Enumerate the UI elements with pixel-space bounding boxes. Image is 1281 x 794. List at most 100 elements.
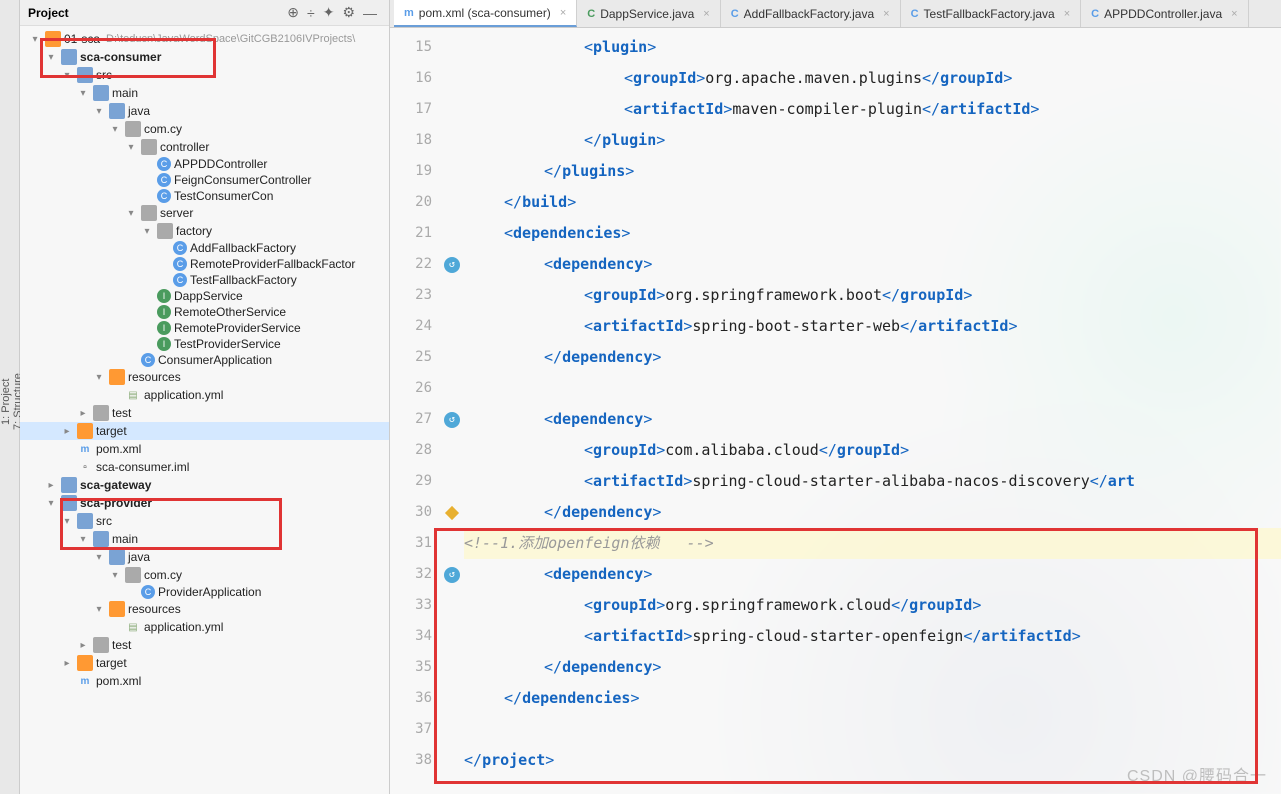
close-icon[interactable]: ×: [1064, 8, 1070, 20]
code-line[interactable]: <artifactId>spring-cloud-starter-openfei…: [464, 621, 1281, 652]
expand-arrow-icon[interactable]: ▾: [92, 552, 106, 563]
tree-item[interactable]: ▫sca-consumer.iml: [20, 458, 389, 476]
tree-item[interactable]: ▾controller: [20, 138, 389, 156]
expand-arrow-icon[interactable]: ▾: [76, 88, 90, 99]
code-line[interactable]: </dependency>: [464, 342, 1281, 373]
tree-item[interactable]: ▾factory: [20, 222, 389, 240]
tree-item[interactable]: ▸target: [20, 422, 389, 440]
gutter-dependency-icon[interactable]: ↺: [444, 257, 460, 273]
expand-arrow-icon[interactable]: ▾: [140, 226, 154, 237]
expand-arrow-icon[interactable]: ▾: [44, 498, 58, 509]
code-line[interactable]: <dependency>: [464, 404, 1281, 435]
tree-item[interactable]: CFeignConsumerController: [20, 172, 389, 188]
tree-item[interactable]: IRemoteOtherService: [20, 304, 389, 320]
tree-item[interactable]: ▾com.cy: [20, 120, 389, 138]
expand-arrow-icon[interactable]: ▾: [60, 516, 74, 527]
code-line[interactable]: <dependencies>: [464, 218, 1281, 249]
editor-tab[interactable]: CAddFallbackFactory.java×: [721, 0, 901, 27]
expand-arrow-icon[interactable]: ▸: [60, 658, 74, 669]
code-line[interactable]: <groupId>org.springframework.cloud</grou…: [464, 590, 1281, 621]
tree-item[interactable]: ▾01-scaD:\teducn\JavaWordSpace\GitCGB210…: [20, 30, 389, 48]
expand-arrow-icon[interactable]: ▾: [108, 124, 122, 135]
editor-tab[interactable]: mpom.xml (sca-consumer)×: [394, 0, 577, 27]
tree-item[interactable]: CAPPDDController: [20, 156, 389, 172]
tree-item[interactable]: CRemoteProviderFallbackFactor: [20, 256, 389, 272]
tree-item[interactable]: ▾java: [20, 102, 389, 120]
gutter-dependency-icon[interactable]: ↺: [444, 412, 460, 428]
settings-icon[interactable]: ⚙: [342, 4, 355, 21]
expand-arrow-icon[interactable]: ▸: [76, 640, 90, 651]
close-icon[interactable]: ×: [560, 7, 566, 19]
tree-item[interactable]: ▾main: [20, 530, 389, 548]
tree-item[interactable]: ▸target: [20, 654, 389, 672]
code-line[interactable]: </plugin>: [464, 125, 1281, 156]
expand-arrow-icon[interactable]: ▸: [44, 480, 58, 491]
code-line[interactable]: <groupId>com.alibaba.cloud</groupId>: [464, 435, 1281, 466]
tree-item[interactable]: CProviderApplication: [20, 584, 389, 600]
tree-item[interactable]: ▸test: [20, 636, 389, 654]
code-line[interactable]: <artifactId>maven-compiler-plugin</artif…: [464, 94, 1281, 125]
collapse-icon[interactable]: ✦: [323, 4, 335, 21]
close-icon[interactable]: ×: [703, 8, 709, 20]
code-line[interactable]: <artifactId>spring-boot-starter-web</art…: [464, 311, 1281, 342]
tree-item[interactable]: mpom.xml: [20, 440, 389, 458]
expand-icon[interactable]: ÷: [307, 5, 315, 21]
code-line[interactable]: <groupId>org.springframework.boot</group…: [464, 280, 1281, 311]
editor-tab[interactable]: CAPPDDController.java×: [1081, 0, 1248, 27]
code-line[interactable]: </dependency>: [464, 497, 1281, 528]
tree-item[interactable]: CConsumerApplication: [20, 352, 389, 368]
tree-item[interactable]: IRemoteProviderService: [20, 320, 389, 336]
gutter-dependency-icon[interactable]: ↺: [444, 567, 460, 583]
project-tree[interactable]: ▾01-scaD:\teducn\JavaWordSpace\GitCGB210…: [20, 26, 389, 794]
tree-item[interactable]: CTestFallbackFactory: [20, 272, 389, 288]
expand-arrow-icon[interactable]: ▸: [60, 426, 74, 437]
hide-icon[interactable]: —: [363, 5, 377, 21]
code-line[interactable]: <dependency>: [464, 249, 1281, 280]
code-line[interactable]: </project>: [464, 745, 1281, 776]
code-line[interactable]: <dependency>: [464, 559, 1281, 590]
editor-tab[interactable]: CTestFallbackFactory.java×: [901, 0, 1082, 27]
gutter-warning-icon[interactable]: [445, 505, 459, 519]
tree-item[interactable]: mpom.xml: [20, 672, 389, 690]
expand-arrow-icon[interactable]: ▸: [76, 408, 90, 419]
expand-arrow-icon[interactable]: ▾: [92, 604, 106, 615]
tree-item[interactable]: ▤application.yml: [20, 386, 389, 404]
tree-item[interactable]: ▾src: [20, 512, 389, 530]
code-line[interactable]: [464, 373, 1281, 404]
tree-item[interactable]: ▾resources: [20, 600, 389, 618]
locate-icon[interactable]: ⊕: [287, 4, 299, 21]
tree-item[interactable]: IDappService: [20, 288, 389, 304]
tree-item[interactable]: ▾sca-consumer: [20, 48, 389, 66]
rail-project[interactable]: 1: Project: [0, 20, 12, 784]
expand-arrow-icon[interactable]: ▾: [92, 106, 106, 117]
tree-item[interactable]: ▾server: [20, 204, 389, 222]
expand-arrow-icon[interactable]: ▾: [124, 208, 138, 219]
code-line[interactable]: </build>: [464, 187, 1281, 218]
code-line[interactable]: <artifactId>spring-cloud-starter-alibaba…: [464, 466, 1281, 497]
code-line[interactable]: [464, 714, 1281, 745]
code-line[interactable]: </dependencies>: [464, 683, 1281, 714]
code-line[interactable]: <plugin>: [464, 32, 1281, 63]
tree-item[interactable]: ▾src: [20, 66, 389, 84]
expand-arrow-icon[interactable]: ▾: [124, 142, 138, 153]
tree-item[interactable]: ▾main: [20, 84, 389, 102]
code-line[interactable]: </dependency>: [464, 652, 1281, 683]
code-editor[interactable]: 1516171819202122232425262728293031323334…: [390, 28, 1281, 794]
code-content[interactable]: <plugin><groupId>org.apache.maven.plugin…: [464, 28, 1281, 794]
close-icon[interactable]: ×: [1231, 8, 1237, 20]
tree-item[interactable]: ▸test: [20, 404, 389, 422]
code-line[interactable]: <groupId>org.apache.maven.plugins</group…: [464, 63, 1281, 94]
tree-item[interactable]: ▸sca-gateway: [20, 476, 389, 494]
expand-arrow-icon[interactable]: ▾: [28, 34, 42, 45]
expand-arrow-icon[interactable]: ▾: [44, 52, 58, 63]
tree-item[interactable]: ITestProviderService: [20, 336, 389, 352]
code-line[interactable]: </plugins>: [464, 156, 1281, 187]
tree-item[interactable]: CAddFallbackFactory: [20, 240, 389, 256]
editor-tab[interactable]: CDappService.java×: [577, 0, 720, 27]
tree-item[interactable]: ▾sca-provider: [20, 494, 389, 512]
expand-arrow-icon[interactable]: ▾: [60, 70, 74, 81]
tree-item[interactable]: ▾resources: [20, 368, 389, 386]
tree-item[interactable]: CTestConsumerCon: [20, 188, 389, 204]
code-line[interactable]: <!--1.添加openfeign依赖 -->: [464, 528, 1281, 559]
expand-arrow-icon[interactable]: ▾: [76, 534, 90, 545]
